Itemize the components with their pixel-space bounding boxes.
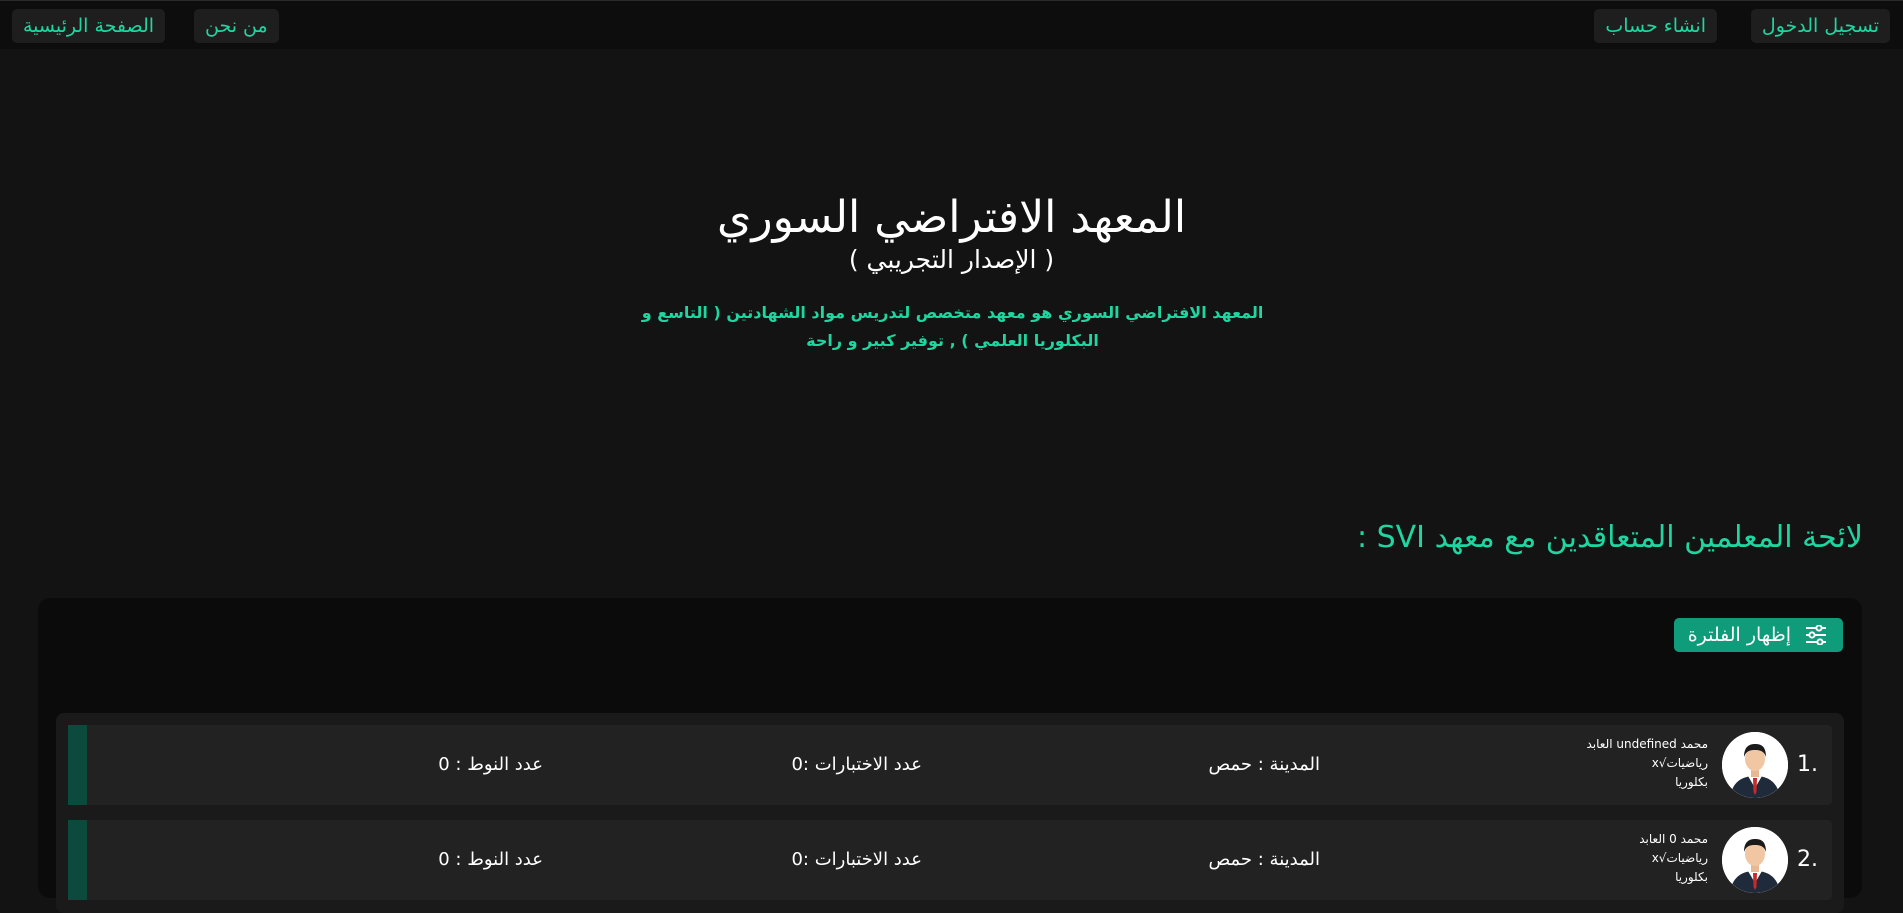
row-index: .2 [1797, 847, 1818, 872]
about-button[interactable]: من نحن [194, 9, 279, 43]
teacher-city: المدينة : حمص [1208, 849, 1320, 870]
teacher-row[interactable]: .1 محمد undefined العابد رياضيات√x بكلور… [68, 725, 1832, 805]
teacher-subject: رياضيات√x [1651, 851, 1708, 865]
teacher-notes-count: عدد النوط : 0 [438, 849, 543, 870]
page-title: المعهد الافتراضي السوري [716, 192, 1187, 243]
teacher-level: بكلوريا [1675, 870, 1708, 884]
teacher-row[interactable]: .2 محمد 0 العابد رياضيات√x بكلوريا المدي… [68, 820, 1832, 900]
teacher-info: محمد 0 العابد رياضيات√x بكلوريا [1639, 830, 1708, 887]
page-subtitle: ( الإصدار التجريبي ) [848, 245, 1055, 274]
teacher-avatar [1722, 732, 1788, 798]
teacher-city: المدينة : حمص [1208, 754, 1320, 775]
teacher-avatar [1722, 827, 1788, 893]
teacher-exams-count: عدد الاختبارات :0 [791, 849, 922, 870]
teacher-notes-count: عدد النوط : 0 [438, 754, 543, 775]
teacher-level: بكلوريا [1675, 775, 1708, 789]
teacher-info: محمد undefined العابد رياضيات√x بكلوريا [1587, 735, 1709, 792]
row-accent-bar [68, 725, 87, 805]
sliders-icon [1805, 625, 1827, 645]
teacher-name: محمد 0 العابد [1639, 832, 1708, 846]
teacher-subject: رياضيات√x [1651, 756, 1708, 770]
teachers-list-heading: لائحة المعلمين المتعاقدين مع معهد SVI : [1356, 520, 1863, 555]
home-button[interactable]: الصفحة الرئيسية [12, 9, 166, 43]
top-navbar: تسجيل الدخول انشاء حساب الصفحة الرئيسية … [0, 0, 1903, 49]
row-accent-bar [68, 820, 87, 900]
teacher-name: محمد undefined العابد [1586, 737, 1709, 751]
row-index: .1 [1797, 752, 1818, 777]
show-filter-button[interactable]: إظهار الفلترة [1673, 618, 1843, 652]
teacher-exams-count: عدد الاختبارات :0 [791, 754, 922, 775]
register-button[interactable]: انشاء حساب [1594, 9, 1717, 43]
show-filter-label: إظهار الفلترة [1687, 624, 1791, 646]
site-description: المعهد الافتراضي السوري هو معهد متخصص لت… [641, 303, 1264, 350]
login-button[interactable]: تسجيل الدخول [1750, 9, 1890, 43]
